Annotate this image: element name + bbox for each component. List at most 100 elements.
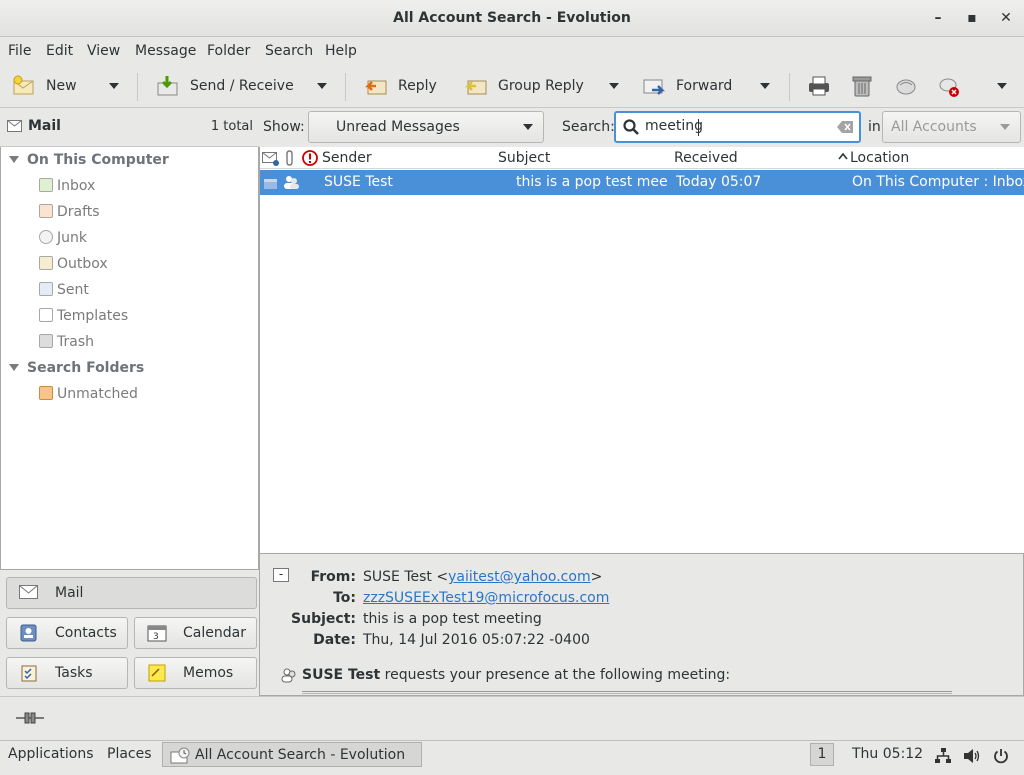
group-reply-button[interactable]: Group Reply [464,70,584,102]
menu-message[interactable]: Message [135,37,196,65]
folder-inbox[interactable]: Inbox [39,173,95,199]
folder-label: Templates [57,308,129,324]
places-menu[interactable]: Places [107,741,152,768]
scope-value: All Accounts [891,119,977,135]
new-label: New [46,78,77,94]
delete-button[interactable] [850,70,884,102]
switcher-memos[interactable]: Memos [134,657,257,689]
forward-button[interactable]: Forward [642,70,732,102]
forward-dropdown-arrow[interactable] [756,70,774,102]
folder-drafts[interactable]: Drafts [39,199,100,225]
menu-folder[interactable]: Folder [207,37,250,65]
new-button[interactable]: New [12,70,77,102]
switcher-tasks-label: Tasks [55,665,93,681]
network-icon[interactable] [935,747,951,774]
taskbar-window-button[interactable]: All Account Search - Evolution [162,742,422,767]
send-receive-icon [156,74,180,98]
switcher-contacts-label: Contacts [55,625,117,641]
from-label: From: [310,569,356,585]
folder-label: Outbox [57,256,108,272]
menu-view[interactable]: View [87,37,120,65]
show-filter-value: Unread Messages [336,119,460,135]
junk-button[interactable] [894,70,928,102]
show-filter-select[interactable]: Unread Messages [308,111,544,143]
folder-trash[interactable]: Trash [39,329,94,355]
to-email-link[interactable]: zzzSUSEExTest19@microfocus.com [363,590,609,606]
reply-button[interactable]: Reply [364,70,437,102]
offline-status-icon[interactable] [16,712,44,728]
folder-sent[interactable]: Sent [39,277,89,303]
not-junk-button[interactable] [937,70,971,102]
date-label: Date: [313,632,356,648]
read-status-icon[interactable] [263,175,279,200]
power-icon[interactable] [993,747,1009,774]
send-receive-label: Send / Receive [190,78,294,94]
column-subject[interactable]: Subject [498,147,550,169]
window-title: All Account Search - Evolution [393,10,631,26]
menu-edit[interactable]: Edit [46,37,73,65]
switcher-mail[interactable]: Mail [6,577,257,609]
meeting-icon [282,174,300,199]
send-receive-dropdown-arrow[interactable] [313,70,331,102]
scope-select[interactable]: All Accounts [882,111,1021,143]
group-label: On This Computer [27,152,169,168]
switcher-tasks[interactable]: Tasks [6,657,128,689]
group-reply-dropdown-arrow[interactable] [605,70,623,102]
switcher-mail-label: Mail [55,585,84,601]
sent-icon [39,282,53,296]
folder-templates[interactable]: Templates [39,303,128,329]
expander-icon[interactable] [9,364,19,371]
memos-icon [147,664,167,682]
expander-icon[interactable] [9,156,19,163]
maximize-button[interactable]: ▪ [956,0,988,36]
from-email-link[interactable]: yaiitest@yahoo.com [448,569,591,585]
minimize-button[interactable]: – [922,0,954,36]
folder-label: Inbox [57,178,96,194]
reply-label: Reply [398,78,437,94]
send-receive-button[interactable]: Send / Receive [156,70,294,102]
reply-icon [364,74,388,98]
drafts-icon [39,204,53,218]
column-location[interactable]: Location [850,147,909,169]
column-received[interactable]: Received [674,147,738,169]
toolbar-overflow-arrow[interactable] [993,70,1011,102]
trash-folder-icon [39,334,53,348]
printer-icon [807,74,831,98]
search-input[interactable]: meeting [614,111,861,143]
menu-file[interactable]: File [8,37,31,65]
clear-icon[interactable] [837,121,853,137]
tasks-icon [19,664,39,682]
message-subject: this is a pop test mee… [516,174,668,190]
folder-sidebar: Mail 1 total On This Computer Inbox Draf… [0,108,259,570]
clock[interactable]: Thu 05:12 [852,741,923,768]
folder-outbox[interactable]: Outbox [39,251,108,277]
group-search-folders[interactable]: Search Folders [9,355,144,381]
volume-icon[interactable] [963,747,981,774]
workspace-switcher[interactable]: 1 [810,743,834,766]
evolution-window: All Account Search - Evolution – ▪ ✕ Fil… [0,0,1024,740]
date-value: Thu, 14 Jul 2016 05:07:22 -0400 [363,632,590,648]
table-row[interactable]: SUSE Test this is a pop test mee… Today … [260,170,1024,195]
sidebar-title: Mail [28,118,61,134]
print-button[interactable] [807,70,841,102]
group-on-this-computer[interactable]: On This Computer [9,147,169,173]
menu-search[interactable]: Search [265,37,313,65]
applications-menu[interactable]: Applications [8,741,94,768]
not-junk-icon [937,74,961,98]
folder-junk[interactable]: Junk [39,225,87,251]
message-list: Sender Subject Received Location SUSE Te… [259,147,1024,553]
mail-icon [7,120,22,136]
column-sender[interactable]: Sender [322,147,372,169]
switcher-contacts[interactable]: Contacts [6,617,128,649]
chevron-down-icon [1000,124,1010,130]
sort-ascending-icon[interactable] [838,147,848,169]
folder-unmatched[interactable]: Unmatched [39,381,138,407]
close-button[interactable]: ✕ [990,0,1022,36]
switcher-calendar[interactable]: 3 Calendar [134,617,257,649]
folder-tree: On This Computer Inbox Drafts Junk Outbo… [0,147,259,570]
toolbar-separator [345,73,346,101]
new-dropdown-arrow[interactable] [105,70,123,102]
taskbar-window-title: All Account Search - Evolution [195,747,406,763]
menu-help[interactable]: Help [325,37,357,65]
invitation-frame-edge [302,691,952,694]
